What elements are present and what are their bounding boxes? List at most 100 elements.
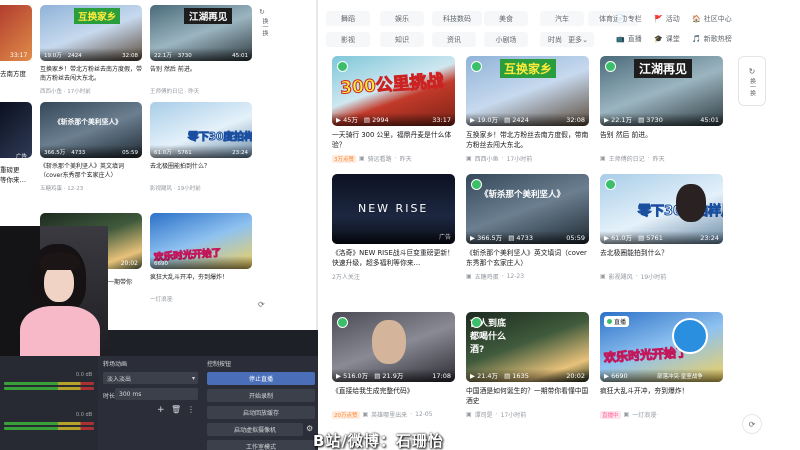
refresh-button[interactable]: ↻ 换一换 bbox=[738, 56, 766, 106]
video-card[interactable]: 江湖再见 ▶ 22.1万 ▤ 3730 45:01 告别 然后 前进。 ▣ 王师傅的日记 · 昨… bbox=[600, 56, 723, 164]
video-duration: 05:59 bbox=[122, 150, 138, 156]
column-icon: 📄 bbox=[616, 15, 625, 23]
side-link[interactable]: 🚩 活动 bbox=[654, 14, 680, 24]
video-stats: 22.1万 3730 45:01 bbox=[150, 48, 252, 61]
view-count: 22.1万 bbox=[154, 53, 172, 59]
thumbnail-caption: 互换家乡 bbox=[74, 8, 121, 24]
video-stats: ▶ 61.0万 ▤ 5761 23:24 bbox=[600, 231, 723, 244]
video-card[interactable]: 互换家乡 ▶ 19.0万 ▤ 2424 32:08 互换家乡！带北方粉丝去南方度假，带南… bbox=[466, 56, 589, 164]
view-count: ▶ 6690 bbox=[604, 372, 628, 380]
video-card[interactable]: NEW RISE广告《洛奇》NEW RISE战斗巨变重磅更新！快速升级，超多福利… bbox=[332, 174, 455, 282]
add-transition-icon[interactable]: + bbox=[157, 405, 165, 415]
side-link[interactable]: 🎓 课堂 bbox=[654, 34, 680, 44]
category-chip[interactable]: 知识 bbox=[380, 32, 424, 47]
studio-mode-button[interactable]: 工作室模式 bbox=[207, 440, 315, 450]
video-title[interactable]: 疯狂大乱斗开冲，夯到爆炸！ bbox=[600, 386, 723, 406]
video-thumbnail[interactable]: 零下30度拍样片▶ 61.0万▤ 576123:24 bbox=[600, 174, 723, 244]
more-categories-button[interactable]: 更多 ⌄ bbox=[562, 32, 594, 47]
video-thumbnail[interactable]: NEW RISE广告 bbox=[332, 174, 455, 244]
video-title[interactable]: 《斩杀那个美利坚人》英文填词（cover东秀那个玄家庄人） bbox=[466, 248, 589, 268]
transitions-panel: 转场动画 淡入淡出 ▾ 时长 300 ms + 🗑 ⋮ bbox=[99, 356, 202, 450]
audio-meter-1 bbox=[4, 382, 94, 385]
video-thumbnail[interactable]: 江湖再见 ▶ 22.1万 ▤ 3730 45:01 bbox=[600, 56, 723, 126]
scroll-top-icon[interactable]: ⟳ bbox=[258, 300, 265, 309]
danmaku-count: 2424 bbox=[67, 53, 82, 59]
view-count: 61.0万 bbox=[154, 150, 172, 156]
stop-streaming-button[interactable]: 停止直播 bbox=[207, 372, 315, 385]
category-chip[interactable]: 汽车 bbox=[540, 11, 584, 26]
video-title[interactable]: 《洛奇》NEW RISE战斗巨变重磅更新！快速升级，超多福利等你来… bbox=[332, 248, 455, 268]
refresh-icon: ⟳ bbox=[748, 419, 756, 429]
side-link-label: 课堂 bbox=[665, 35, 680, 43]
category-chip[interactable]: 影视 bbox=[326, 32, 370, 47]
author-name[interactable]: 影视飓风 bbox=[609, 272, 633, 281]
video-title[interactable]: 中国酒是如何诞生的？一期带你看懂中国酒史 bbox=[466, 386, 589, 406]
video-stats: ▶ 45万 ▤ 2994 33:17 bbox=[332, 113, 455, 126]
video-thumbnail[interactable]: 古人到底都喝什么酒? ▶ 21.4万 ▤ 1635 20:02 bbox=[466, 312, 589, 382]
refresh-icon[interactable]: ↻ bbox=[259, 8, 265, 16]
author-name[interactable]: 王师傅的日记 bbox=[609, 154, 645, 163]
author-name[interactable]: 谭司是 bbox=[475, 410, 493, 419]
highlight-badge: 3万点赞 bbox=[332, 154, 356, 163]
author-name[interactable]: 英雄哪里出来 bbox=[371, 410, 407, 419]
danmaku-count: ▤ 2994 bbox=[363, 116, 389, 124]
author-name[interactable]: 五糖鸡蛋 bbox=[475, 272, 499, 281]
video-card[interactable]: 300公里挑战 ▶ 45万 ▤ 2994 33:17 一天骑行 300 公里，福鼎丹麦是… bbox=[332, 56, 455, 164]
side-link[interactable]: 🎵 新歌热榜 bbox=[692, 34, 732, 44]
category-chip[interactable]: 资讯 bbox=[432, 32, 476, 47]
video-title[interactable]: 告别 然后 前进。 bbox=[600, 130, 723, 150]
author-name[interactable]: 2万人关注 bbox=[332, 272, 360, 281]
preview-meta: 一灯浪漫· bbox=[150, 297, 174, 303]
video-card[interactable]: ▶ 516.0万 ▤ 21.9万 17:08 《直接给我生成完整代码》 20万点赞 ▣ 英雄… bbox=[332, 312, 455, 420]
video-title[interactable]: 一天骑行 300 公里，福鼎丹麦是什么体验？ bbox=[332, 130, 455, 150]
video-title[interactable]: 互换家乡！带北方粉丝去南方度假，带南方粉丝去闯大东北。 bbox=[466, 130, 589, 150]
video-meta: 3万点赞 ▣ 骑远看路 · 昨天 bbox=[332, 154, 412, 163]
video-card[interactable]: 古人到底都喝什么酒? ▶ 21.4万 ▤ 1635 20:02 中国酒是如何诞生的？一期… bbox=[466, 312, 589, 420]
video-thumbnail[interactable]: 《斩杀那个美利坚人》 ▶ 366.5万 ▤ 4733 05:59 bbox=[466, 174, 589, 244]
video-card[interactable]: 《斩杀那个美利坚人》 ▶ 366.5万 ▤ 4733 05:59 《斩杀那个美利坚人》英… bbox=[466, 174, 589, 282]
webcam-feed bbox=[0, 226, 108, 358]
video-stats: ▶ 516.0万 ▤ 21.9万 17:08 bbox=[332, 369, 455, 382]
more-options-icon[interactable]: ⋮ bbox=[187, 405, 195, 414]
video-thumbnail[interactable]: ▶ 516.0万 ▤ 21.9万 17:08 bbox=[332, 312, 455, 382]
video-thumbnail[interactable]: 欢乐时光开始了 直播 ▶ 6690 部落冲突·皇室战争 bbox=[600, 312, 723, 382]
music-icon: 🎵 bbox=[692, 35, 701, 43]
category-chip[interactable]: 娱乐 bbox=[380, 11, 424, 26]
preview-title: 告别 然后 前进。 bbox=[150, 66, 196, 73]
category-chip[interactable]: 舞蹈 bbox=[326, 11, 370, 26]
highlight-badge: 直播中 bbox=[600, 410, 621, 419]
video-thumbnail[interactable]: 300公里挑战 ▶ 45万 ▤ 2994 33:17 bbox=[332, 56, 455, 126]
video-duration: 20:02 bbox=[120, 260, 138, 267]
replay-buffer-button[interactable]: 启动回放缓存 bbox=[207, 406, 315, 419]
up-icon: ▣ bbox=[600, 155, 606, 162]
side-link[interactable]: 📺 直播 bbox=[616, 34, 642, 44]
category-chip[interactable]: 美食 bbox=[484, 11, 528, 26]
video-card[interactable]: 欢乐时光开始了 直播 ▶ 6690 部落冲突·皇室战争疯狂大乱斗开冲，夯到爆炸！ 直播中… bbox=[600, 312, 723, 420]
transition-select[interactable]: 淡入淡出 ▾ bbox=[103, 372, 198, 384]
author-name[interactable]: 西西小鱼 bbox=[475, 154, 499, 163]
view-count: ▶ 366.5万 bbox=[470, 234, 503, 242]
trash-icon[interactable]: 🗑 bbox=[171, 405, 181, 414]
audio-meter-1b bbox=[4, 387, 94, 390]
start-recording-button[interactable]: 开始录制 bbox=[207, 389, 315, 402]
author-name[interactable]: 骑远看路 bbox=[368, 154, 392, 163]
scroll-top-button[interactable]: ⟳ bbox=[742, 414, 762, 434]
category-chip[interactable]: 小剧场 bbox=[484, 32, 528, 47]
view-count: ▶ 21.4万 bbox=[470, 372, 499, 380]
video-title[interactable]: 去北极圈能拍到什么？ bbox=[600, 248, 723, 268]
video-card[interactable]: 零下30度拍样片▶ 61.0万▤ 576123:24去北极圈能拍到什么？▣影视飓… bbox=[600, 174, 723, 282]
category-chip[interactable]: 科技数码 bbox=[432, 11, 482, 26]
preview-thumbnail: 《斩杀那个美利坚人》 366.5万 4733 05:59 bbox=[40, 102, 142, 158]
video-meta: 20万点赞 ▣ 英雄哪里出来 · 12-05 bbox=[332, 410, 433, 419]
transitions-header: 转场动画 bbox=[103, 361, 128, 368]
duration-input[interactable]: 300 ms bbox=[115, 388, 198, 400]
preview-video-card: 江湖再见 22.1万 3730 45:01 告别 然后 前进。 王师傅的日记 · 昨天 bbox=[150, 5, 252, 105]
publish-date: 昨天 bbox=[399, 156, 412, 163]
author-name[interactable]: 一灯浪漫· bbox=[632, 410, 658, 419]
virtual-camera-button[interactable]: 启动虚拟摄像机 bbox=[207, 423, 303, 436]
side-link[interactable]: 🏠 社区中心 bbox=[692, 14, 732, 24]
video-thumbnail[interactable]: 互换家乡 ▶ 19.0万 ▤ 2424 32:08 bbox=[466, 56, 589, 126]
side-link[interactable]: 📄 专栏 bbox=[616, 14, 642, 24]
video-title[interactable]: 《直接给我生成完整代码》 bbox=[332, 386, 455, 406]
obs-window: 33:17 去南方度 广告 重磅更 等你来… 互换家乡 19.0万 2424 32:0… bbox=[0, 0, 318, 450]
